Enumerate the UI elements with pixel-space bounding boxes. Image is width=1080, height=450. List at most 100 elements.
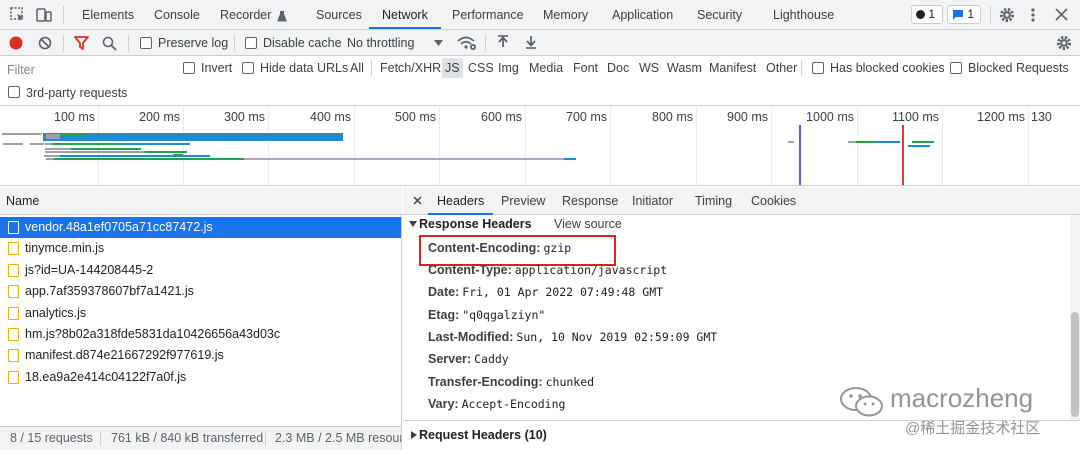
record-icon[interactable] bbox=[9, 36, 23, 50]
overview-gridline bbox=[1028, 107, 1029, 185]
has-blocked-cookies-label: Has blocked cookies bbox=[830, 61, 945, 75]
tab-network[interactable]: Network bbox=[369, 0, 441, 29]
details-tabbar: Headers Preview Response Initiator Timin… bbox=[403, 187, 1080, 215]
filter-type-css[interactable]: CSS bbox=[465, 58, 497, 78]
request-row[interactable]: app.7af359378607bf7a1421.js bbox=[0, 281, 401, 302]
tab-cookies[interactable]: Cookies bbox=[751, 187, 796, 215]
filter-type-img[interactable]: Img bbox=[495, 58, 522, 78]
chevron-down-icon[interactable] bbox=[434, 40, 443, 46]
overview-gridline bbox=[439, 107, 440, 185]
request-name: analytics.js bbox=[25, 306, 87, 320]
request-row[interactable]: 18.ea9a2e414c04122f7a0f.js bbox=[0, 367, 401, 388]
settings-gear-icon[interactable] bbox=[998, 6, 1016, 24]
overview-bar bbox=[856, 141, 874, 143]
triangle-right-icon[interactable] bbox=[411, 431, 417, 439]
dom-content-loaded-marker bbox=[799, 125, 801, 185]
tab-elements[interactable]: Elements bbox=[82, 0, 134, 29]
export-har-icon[interactable] bbox=[525, 35, 537, 49]
tab-response[interactable]: Response bbox=[562, 187, 618, 215]
tab-performance[interactable]: Performance bbox=[452, 0, 524, 29]
blocked-requests-checkbox[interactable] bbox=[950, 62, 962, 74]
header-value: Accept-Encoding bbox=[461, 397, 566, 411]
close-icon[interactable] bbox=[1055, 8, 1068, 21]
filter-type-js[interactable]: JS bbox=[442, 58, 463, 78]
filter-type-media[interactable]: Media bbox=[526, 58, 566, 78]
disable-cache-checkbox[interactable] bbox=[245, 37, 257, 49]
filter-type-font[interactable]: Font bbox=[570, 58, 601, 78]
filter-type-wasm[interactable]: Wasm bbox=[664, 58, 705, 78]
network-settings-gear-icon[interactable] bbox=[1055, 34, 1073, 52]
request-headers-title[interactable]: Request Headers (10) bbox=[419, 428, 547, 442]
request-row[interactable]: hm.js?8b02a318fde5831da10426656a43d03c bbox=[0, 324, 401, 345]
filter-type-all[interactable]: All bbox=[347, 58, 367, 78]
view-source-link[interactable]: View source bbox=[554, 217, 622, 231]
close-details-icon[interactable] bbox=[413, 196, 422, 205]
watermark-site: @稀土掘金技术社区 bbox=[905, 420, 1041, 437]
tab-recorder[interactable]: Recorder bbox=[220, 0, 287, 29]
error-count-badge[interactable]: 1 bbox=[911, 5, 943, 24]
tab-timing[interactable]: Timing bbox=[695, 187, 732, 215]
third-party-requests-checkbox[interactable] bbox=[8, 86, 20, 98]
filter-type-other[interactable]: Other bbox=[763, 58, 800, 78]
hide-data-urls-label: Hide data URLs bbox=[260, 61, 349, 75]
overview-tick-label: 600 ms bbox=[481, 110, 522, 124]
tab-sources[interactable]: Sources bbox=[316, 0, 362, 29]
filter-type-ws[interactable]: WS bbox=[636, 58, 662, 78]
device-toolbar-icon[interactable] bbox=[35, 6, 53, 24]
request-row[interactable]: manifest.d874e21667292f977619.js bbox=[0, 345, 401, 366]
filter-type-fetch-xhr[interactable]: Fetch/XHR bbox=[377, 58, 444, 78]
overview-bar bbox=[145, 151, 187, 153]
header-name: Content-Type: bbox=[428, 263, 512, 277]
name-column-header[interactable]: Name bbox=[0, 187, 402, 215]
message-count-badge[interactable]: 1 bbox=[947, 5, 981, 24]
response-headers-title[interactable]: Response Headers bbox=[419, 217, 532, 231]
network-overview[interactable]: 100 ms 200 ms 300 ms 400 ms 500 ms 600 m… bbox=[0, 107, 1080, 186]
invert-checkbox[interactable] bbox=[183, 62, 195, 74]
tab-security[interactable]: Security bbox=[697, 0, 742, 29]
message-count: 1 bbox=[967, 7, 975, 21]
overview-bar bbox=[244, 158, 564, 160]
filter-icon[interactable] bbox=[74, 36, 89, 50]
hide-data-urls-checkbox[interactable] bbox=[242, 62, 254, 74]
request-row[interactable]: analytics.js bbox=[0, 303, 401, 324]
overview-bar bbox=[46, 134, 60, 139]
filter-type-manifest[interactable]: Manifest bbox=[706, 58, 759, 78]
has-blocked-cookies-checkbox[interactable] bbox=[812, 62, 824, 74]
details-scrollbar-thumb[interactable] bbox=[1071, 312, 1079, 417]
request-row[interactable]: js?id=UA-144208445-2 bbox=[0, 260, 401, 281]
response-header-row: Transfer-Encoding: chunked bbox=[428, 372, 594, 392]
request-row[interactable]: tinymce.min.js bbox=[0, 238, 401, 259]
filter-separator bbox=[371, 60, 372, 76]
throttling-select[interactable]: No throttling bbox=[347, 30, 414, 56]
clear-icon[interactable] bbox=[38, 36, 52, 50]
overview-tick-label: 100 ms bbox=[54, 110, 95, 124]
error-count: 1 bbox=[928, 7, 936, 21]
tab-recorder-label: Recorder bbox=[220, 8, 272, 22]
preserve-log-checkbox[interactable] bbox=[140, 37, 152, 49]
inspect-element-icon[interactable] bbox=[9, 6, 27, 24]
tab-headers[interactable]: Headers bbox=[428, 187, 494, 215]
header-value: "q0qgalziyn" bbox=[462, 308, 546, 322]
overview-bar bbox=[46, 158, 54, 160]
more-options-icon[interactable] bbox=[1030, 6, 1036, 24]
overview-tick-label: 1100 ms bbox=[891, 110, 939, 124]
toolbar-separator bbox=[234, 35, 235, 51]
tab-lighthouse[interactable]: Lighthouse bbox=[773, 0, 834, 29]
wechat-logo-icon bbox=[838, 386, 886, 418]
request-row[interactable]: vendor.48a1ef0705a71cc87472.js bbox=[0, 217, 401, 238]
filter-input[interactable] bbox=[3, 60, 171, 79]
tab-preview[interactable]: Preview bbox=[501, 187, 545, 215]
tab-initiator[interactable]: Initiator bbox=[632, 187, 673, 215]
network-conditions-icon[interactable] bbox=[457, 35, 477, 51]
js-file-icon bbox=[8, 285, 19, 298]
tab-application[interactable]: Application bbox=[612, 0, 673, 29]
search-icon[interactable] bbox=[102, 36, 117, 51]
request-name: manifest.d874e21667292f977619.js bbox=[25, 348, 224, 362]
filter-type-doc[interactable]: Doc bbox=[604, 58, 632, 78]
tab-memory[interactable]: Memory bbox=[543, 0, 588, 29]
import-har-icon[interactable] bbox=[497, 35, 509, 49]
triangle-down-icon[interactable] bbox=[409, 221, 417, 228]
header-name: Transfer-Encoding: bbox=[428, 375, 543, 389]
tab-console[interactable]: Console bbox=[154, 0, 200, 29]
js-file-icon bbox=[8, 242, 19, 255]
